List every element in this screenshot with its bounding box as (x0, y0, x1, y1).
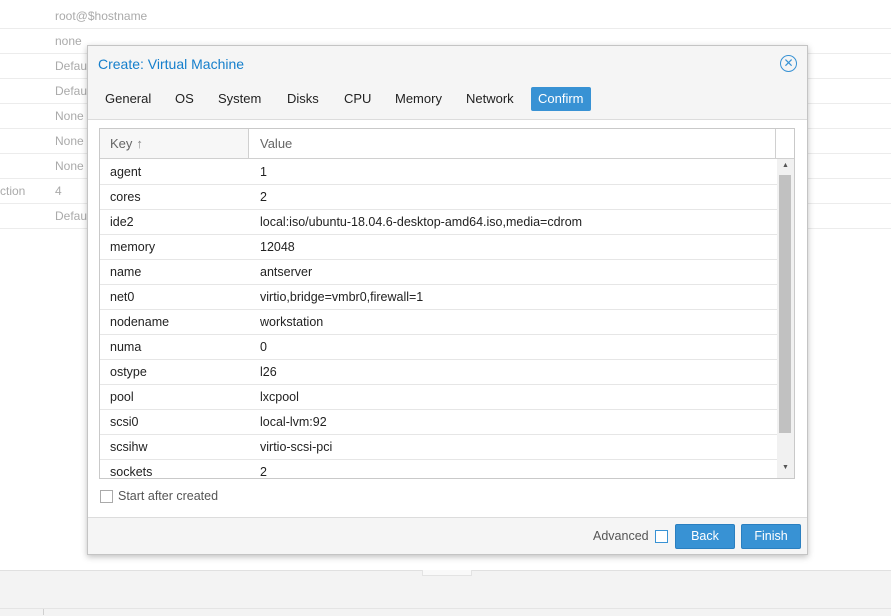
tab-confirm[interactable]: Confirm (531, 87, 591, 111)
row-value: l26 (260, 365, 277, 379)
column-header-value-label: Value (260, 136, 293, 151)
row-value: virtio,bridge=vmbr0,firewall=1 (260, 290, 424, 304)
table-row[interactable]: name antserver (100, 259, 777, 285)
row-value: 12048 (260, 240, 295, 254)
row-value: lxcpool (260, 390, 299, 404)
table-row[interactable]: memory 12048 (100, 234, 777, 260)
row-value: virtio-scsi-pci (260, 440, 333, 454)
row-key: pool (110, 390, 134, 404)
background-row-value: none (55, 34, 82, 48)
finish-button[interactable]: Finish (741, 524, 801, 549)
table-row[interactable]: ostype l26 (100, 359, 777, 385)
row-key: scsihw (110, 440, 148, 454)
tab-system[interactable]: System (211, 87, 268, 111)
table-row[interactable]: cores 2 (100, 184, 777, 210)
background-row: root@$hostname (0, 4, 891, 29)
row-key: name (110, 265, 142, 279)
table-row[interactable]: scsi0 local-lvm:92 (100, 409, 777, 435)
background-bottom-toolbar (0, 570, 891, 616)
close-icon[interactable]: ✕ (780, 55, 797, 72)
dialog-footer: Advanced Back Finish (88, 517, 807, 554)
table-row[interactable]: ide2 local:iso/ubuntu-18.04.6-desktop-am… (100, 209, 777, 235)
sort-ascending-icon: ↑ (136, 136, 143, 151)
background-row-value: None (55, 159, 84, 173)
scrollbar-thumb[interactable] (779, 175, 791, 433)
summary-grid: Key ↑ Value agent 1 cores 2 ide2 local:is… (99, 128, 795, 479)
row-key: nodename (110, 315, 170, 329)
row-value: local:iso/ubuntu-18.04.6-desktop-amd64.i… (260, 215, 583, 229)
scroll-down-arrow-icon[interactable]: ▼ (777, 461, 794, 475)
grid-body: agent 1 cores 2 ide2 local:iso/ubuntu-18… (100, 159, 777, 478)
advanced-checkbox[interactable] (655, 530, 668, 543)
tab-memory[interactable]: Memory (388, 87, 449, 111)
row-value: antserver (260, 265, 313, 279)
table-row[interactable]: scsihw virtio-scsi-pci (100, 434, 777, 460)
column-header-key[interactable]: Key ↑ (100, 129, 249, 158)
row-key: sockets (110, 465, 153, 478)
row-value: workstation (260, 315, 324, 329)
table-row[interactable]: net0 virtio,bridge=vmbr0,firewall=1 (100, 284, 777, 310)
table-row[interactable]: numa 0 (100, 334, 777, 360)
row-key: agent (110, 165, 142, 179)
row-key: memory (110, 240, 156, 254)
table-row[interactable]: agent 1 (100, 159, 777, 185)
dialog-title: Create: Virtual Machine (98, 56, 245, 72)
grid-header: Key ↑ Value (100, 129, 794, 159)
row-key: cores (110, 190, 141, 204)
grid-scrollbar[interactable]: ▲ ▼ (777, 159, 794, 478)
row-value: local-lvm:92 (260, 415, 327, 429)
background-row-value: root@$hostname (55, 9, 148, 23)
row-key: net0 (110, 290, 135, 304)
advanced-label: Advanced (593, 529, 649, 543)
table-row[interactable]: sockets 2 (100, 459, 777, 478)
row-value: 2 (260, 465, 267, 478)
create-vm-dialog: Create: Virtual Machine ✕ General OS Sys… (87, 45, 808, 555)
row-value: 1 (260, 165, 267, 179)
background-row-value: None (55, 109, 84, 123)
confirm-panel: Key ↑ Value agent 1 cores 2 ide2 local:is… (88, 119, 807, 518)
background-divider-tick (43, 609, 44, 615)
checkbox-box[interactable] (100, 490, 113, 503)
back-button[interactable]: Back (675, 524, 735, 549)
background-divider (0, 608, 891, 609)
column-header-value[interactable]: Value (250, 129, 776, 158)
tab-disks[interactable]: Disks (280, 87, 326, 111)
row-key: numa (110, 340, 142, 354)
tab-network[interactable]: Network (459, 87, 521, 111)
row-key: ostype (110, 365, 147, 379)
column-header-key-label: Key (110, 136, 133, 151)
table-row[interactable]: pool lxcpool (100, 384, 777, 410)
row-key: ide2 (110, 215, 134, 229)
background-splitter-handle[interactable] (422, 570, 472, 576)
background-row-value: 4 (55, 184, 62, 198)
scroll-up-arrow-icon[interactable]: ▲ (777, 159, 794, 173)
row-value: 2 (260, 190, 267, 204)
tab-cpu[interactable]: CPU (337, 87, 378, 111)
start-after-created-label: Start after created (118, 489, 219, 503)
row-key: scsi0 (110, 415, 139, 429)
table-row[interactable]: nodename workstation (100, 309, 777, 335)
background-row-value: None (55, 134, 84, 148)
tab-os[interactable]: OS (168, 87, 201, 111)
row-value: 0 (260, 340, 267, 354)
background-row-key: ction (0, 184, 26, 198)
tab-general[interactable]: General (98, 87, 158, 111)
